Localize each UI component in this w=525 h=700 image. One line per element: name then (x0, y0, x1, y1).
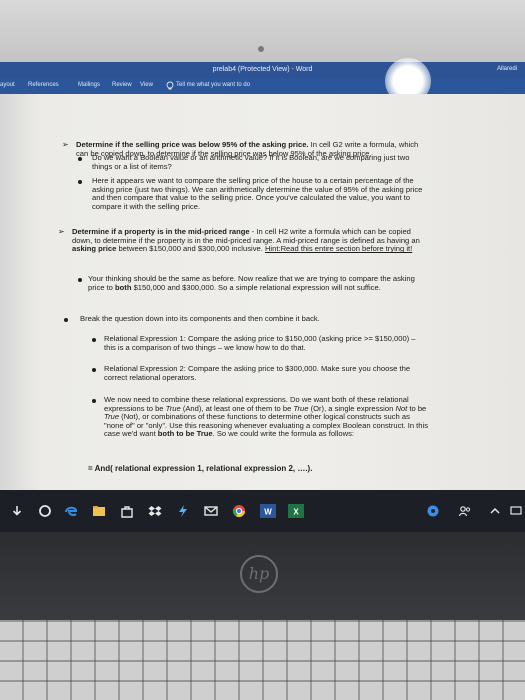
bolt-icon[interactable] (176, 504, 190, 518)
bullet-break-down: Break the question down into its compone… (80, 314, 320, 323)
bullet-boolean-question: Do we want a Boolean value or an arithme… (92, 153, 410, 171)
chevron-up-icon[interactable] (488, 504, 502, 518)
network-icon[interactable] (510, 504, 522, 518)
emphasis-text: both to be True (157, 429, 213, 439)
arrow-bullet-icon: ➢ (62, 140, 69, 149)
bullet-icon (92, 338, 96, 342)
svg-text:X: X (293, 508, 299, 517)
ribbon: Allaredi ayout References Mailings Revie… (0, 66, 525, 94)
bullet-icon (92, 368, 96, 372)
bullet-icon (78, 180, 82, 184)
laptop-bezel-top (0, 0, 525, 62)
dropbox-icon[interactable] (148, 504, 162, 518)
keyboard-key-rows (0, 620, 525, 700)
file-explorer-icon[interactable] (92, 504, 106, 518)
document-page[interactable]: ➢ Determine if the selling price was bel… (0, 94, 525, 490)
edge-icon[interactable] (64, 504, 78, 518)
cortana-icon[interactable] (38, 504, 52, 518)
tab-review[interactable]: Review (112, 82, 132, 88)
excel-icon[interactable]: X (288, 504, 304, 518)
window-title: prelab4 (Protected View) - Word (212, 66, 313, 73)
bullet-relational-2: Relational Expression 2: Compare the ask… (104, 364, 411, 382)
mail-icon[interactable] (204, 504, 218, 518)
text: to be (407, 403, 427, 413)
chrome-icon[interactable] (232, 504, 246, 518)
arrow-bullet-icon: ➢ (58, 227, 65, 236)
tell-me-search[interactable]: Tell me what you want to do (176, 82, 250, 88)
tab-references[interactable]: References (28, 82, 59, 88)
svg-text:W: W (264, 508, 272, 517)
emphasis-text: both (115, 282, 132, 292)
word-icon[interactable]: W (260, 504, 276, 518)
tab-view[interactable]: View (140, 82, 153, 88)
bullet-icon (78, 157, 82, 161)
bullet-icon (64, 318, 68, 322)
window-title-bar: prelab4 (Protected View) - Word (0, 62, 525, 78)
hint-link[interactable]: Hint:Read this entire section before try… (265, 244, 412, 253)
settings-icon[interactable] (426, 504, 440, 518)
people-icon[interactable] (458, 504, 472, 518)
store-icon[interactable] (120, 504, 134, 518)
tab-mailings[interactable]: Mailings (78, 82, 100, 88)
webcam-icon (258, 46, 264, 52)
hp-logo-icon: hp (240, 555, 278, 593)
text: $150,000 and $300,000. So a simple relat… (131, 282, 381, 292)
paragraph-mid-priced: Determine if a property is in the mid-pr… (72, 227, 428, 254)
bullet-compare-selling-price: Here it appears we want to compare the s… (92, 176, 423, 211)
bullet-combine: We now need to combine these relational … (104, 395, 430, 439)
bullet-thinking-same: Your thinking should be the same as befo… (88, 274, 428, 292)
text: . So we could write the formula as follo… (212, 429, 355, 439)
formula-line: = And( relational expression 1, relation… (88, 464, 313, 473)
bullet-icon (78, 278, 82, 282)
account-name[interactable]: Allaredi (497, 66, 517, 72)
paragraph-body: between $150,000 and $300,000 inclusive. (116, 244, 265, 254)
windows-taskbar: W X (0, 490, 525, 532)
emphasis-text: asking price (72, 244, 117, 254)
bullet-icon (92, 399, 96, 403)
bullet-relational-1: Relational Expression 1: Compare the ask… (104, 334, 416, 352)
lightbulb-icon (166, 81, 174, 90)
download-icon[interactable] (10, 504, 24, 518)
tab-layout[interactable]: ayout (0, 82, 15, 88)
